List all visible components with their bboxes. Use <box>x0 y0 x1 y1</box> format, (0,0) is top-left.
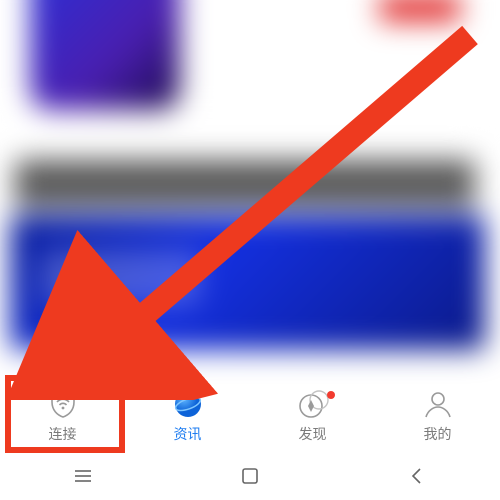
tab-discover-label: 发现 <box>299 424 327 444</box>
headline-placeholder <box>15 160 475 206</box>
feed-banner <box>10 215 485 350</box>
notification-dot <box>327 391 335 399</box>
tab-news-label: 资讯 <box>174 424 202 444</box>
tab-news[interactable]: 资讯 <box>125 385 250 450</box>
action-button-placeholder <box>380 0 460 21</box>
compass-icon <box>297 387 329 421</box>
tab-connect[interactable]: 连接 <box>0 385 125 450</box>
tab-discover[interactable]: 发现 <box>250 385 375 450</box>
profile-icon <box>422 387 454 421</box>
product-image-placeholder <box>30 0 180 110</box>
nav-home-button[interactable] <box>190 453 310 499</box>
tab-connect-label: 连接 <box>49 424 77 444</box>
screen: 连接 资讯 <box>0 0 500 500</box>
system-nav-bar <box>0 452 500 500</box>
nav-back-button[interactable] <box>357 453 477 499</box>
tab-mine[interactable]: 我的 <box>375 385 500 450</box>
wifi-shield-icon <box>47 387 79 421</box>
bottom-tab-bar: 连接 资讯 <box>0 385 500 450</box>
tab-mine-label: 我的 <box>424 424 452 444</box>
globe-icon <box>171 387 205 421</box>
nav-recent-button[interactable] <box>23 453 143 499</box>
feed-card <box>10 0 485 120</box>
